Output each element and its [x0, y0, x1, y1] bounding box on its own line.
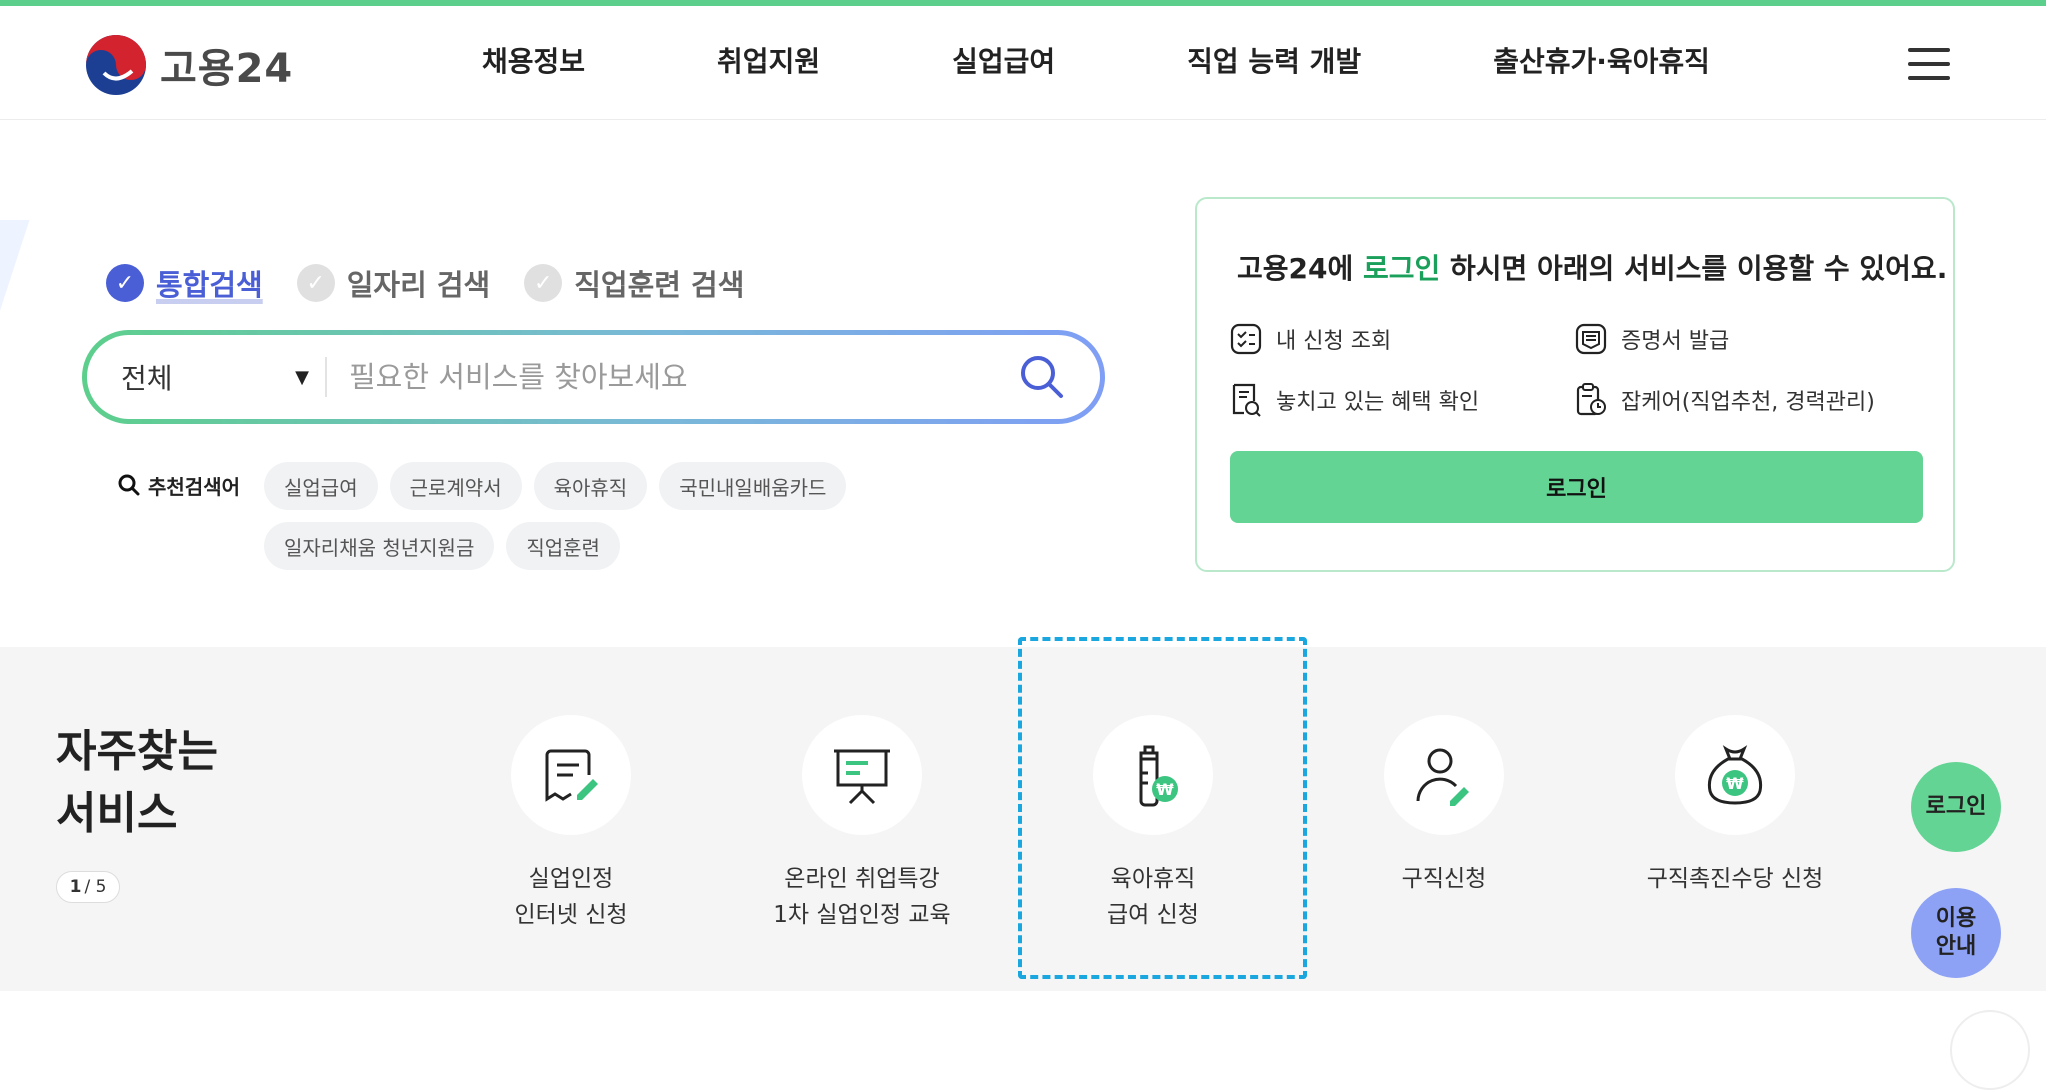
service-label: 실업인정 인터넷 신청 — [514, 866, 628, 928]
title-prefix: 고용24에 — [1237, 252, 1363, 285]
floating-login-button[interactable]: 로그인 — [1911, 762, 2001, 852]
nav-item-employment-support[interactable]: 취업지원 — [717, 40, 820, 80]
login-panel-title: 고용24에 로그인 하시면 아래의 서비스를 이용할 수 있어요. — [1237, 247, 1947, 287]
search-icon — [1021, 356, 1063, 398]
document-search-icon — [1232, 383, 1261, 417]
tab-label: 일자리 검색 — [346, 268, 491, 302]
tab-integrated-search[interactable]: ✓ 통합검색 — [106, 262, 263, 304]
keyword-chip[interactable]: 실업급여 — [264, 462, 378, 510]
check-icon: ✓ — [106, 264, 144, 302]
frequent-services-title: 자주찾는 서비스 — [56, 726, 218, 839]
service-label: 구직신청 — [1401, 866, 1487, 892]
certificate-icon — [1575, 323, 1607, 355]
keyword-chips: 실업급여 근로계약서 육아휴직 국민내일배움카드 일자리채움 청년지원금 직업훈… — [264, 462, 1064, 582]
check-icon: ✓ — [524, 264, 563, 302]
pager-current: 1 — [69, 877, 82, 897]
taegeuk-logo-icon — [84, 33, 148, 97]
keyword-chip[interactable]: 육아휴직 — [533, 462, 648, 510]
keyword-chip[interactable]: 근로계약서 — [389, 462, 522, 510]
baby-bottle-won-icon: ₩ — [1139, 745, 1178, 807]
search-button[interactable] — [1002, 337, 1082, 417]
svg-text:₩: ₩ — [1156, 780, 1174, 799]
main-nav: 채용정보 취업지원 실업급여 직업 능력 개발 출산휴가·육아휴직 — [482, 40, 1710, 80]
site-header: 고용24 채용정보 취업지원 실업급여 직업 능력 개발 출산휴가·육아휴직 — [0, 6, 2046, 120]
service-job-promotion-allowance[interactable]: ₩ 구직촉진수당 신청 — [1605, 715, 1865, 897]
caret-down-icon: ▼ — [295, 366, 309, 388]
service-label: 육아휴직 급여 신청 — [1107, 866, 1199, 928]
service-label: 놓치고 있는 혜택 확인 — [1276, 390, 1480, 415]
keyword-chip[interactable]: 국민내일배움카드 — [659, 462, 847, 510]
recommended-label: 추천검색어 — [118, 462, 240, 508]
document-edit-icon — [545, 749, 598, 802]
site-logo[interactable]: 고용24 — [84, 33, 293, 97]
checklist-icon — [1230, 323, 1262, 355]
nav-item-skills-development[interactable]: 직업 능력 개발 — [1187, 40, 1361, 80]
service-my-applications[interactable]: 내 신청 조회 — [1230, 323, 1391, 355]
nav-item-jobs[interactable]: 채용정보 — [482, 40, 585, 80]
search-bar: 전체 ▼ — [82, 330, 1105, 424]
service-online-job-lecture[interactable]: 온라인 취업특강 1차 실업인정 교육 — [732, 715, 992, 933]
svg-text:₩: ₩ — [1726, 774, 1744, 793]
service-label: 내 신청 조회 — [1276, 329, 1392, 354]
decorative-shape — [0, 220, 30, 340]
tab-label: 통합검색 — [156, 268, 263, 302]
login-panel: 고용24에 로그인 하시면 아래의 서비스를 이용할 수 있어요. 내 신청 조… — [1195, 197, 1955, 572]
frequent-services-section: 자주찾는 서비스 1/ 5 실업인정 인터넷 신청 온라인 취업특강 1차 실업… — [0, 647, 2046, 991]
keyword-chip[interactable]: 일자리채움 청년지원금 — [264, 522, 495, 570]
logo-text: 고용24 — [160, 46, 294, 92]
service-label: 구직촉진수당 신청 — [1646, 866, 1824, 892]
clipboard-clock-icon — [1576, 383, 1606, 416]
money-bag-won-icon: ₩ — [1707, 745, 1763, 805]
service-jobcare[interactable]: 잡케어(직업추천, 경력관리) — [1575, 383, 1875, 417]
service-label: 온라인 취업특강 1차 실업인정 교육 — [773, 866, 951, 928]
service-certificate[interactable]: 증명서 발급 — [1575, 323, 1729, 355]
tab-label: 직업훈련 검색 — [574, 268, 745, 302]
carousel-pager: 1/ 5 — [56, 871, 120, 903]
menu-icon[interactable] — [1908, 48, 1950, 80]
search-input[interactable] — [327, 360, 1002, 394]
nav-item-unemployment-benefit[interactable]: 실업급여 — [952, 40, 1055, 80]
title-highlight: 로그인 — [1363, 252, 1441, 285]
service-label: 증명서 발급 — [1621, 329, 1730, 354]
login-button[interactable]: 로그인 — [1230, 451, 1923, 523]
scroll-top-button[interactable] — [1950, 1010, 2030, 1090]
recommended-label-text: 추천검색어 — [148, 474, 240, 499]
tab-training-search[interactable]: ✓ 직업훈련 검색 — [524, 262, 744, 304]
service-parental-leave-benefit[interactable]: ₩ 육아휴직 급여 신청 — [1023, 715, 1283, 933]
title-suffix: 하시면 아래의 서비스를 이용할 수 있어요. — [1440, 252, 1948, 285]
nav-item-maternity-parental-leave[interactable]: 출산휴가·육아휴직 — [1493, 40, 1710, 80]
category-value: 전체 — [121, 362, 173, 395]
recommended-keywords: 추천검색어 실업급여 근로계약서 육아휴직 국민내일배움카드 일자리채움 청년지… — [118, 462, 1064, 582]
service-job-seeking-registration[interactable]: 구직신청 — [1314, 715, 1574, 897]
tab-job-search[interactable]: ✓ 일자리 검색 — [296, 262, 491, 304]
keyword-chip[interactable]: 직업훈련 — [506, 522, 620, 570]
service-missed-benefits[interactable]: 놓치고 있는 혜택 확인 — [1230, 383, 1479, 417]
search-category-select[interactable]: 전체 ▼ — [87, 357, 327, 397]
search-icon — [118, 474, 140, 496]
person-edit-icon — [1416, 748, 1469, 806]
search-tabs: ✓ 통합검색 ✓ 일자리 검색 ✓ 직업훈련 검색 — [106, 262, 778, 304]
pager-total: / 5 — [84, 877, 107, 897]
floating-guide-button[interactable]: 이용 안내 — [1911, 888, 2001, 978]
presentation-board-icon — [834, 749, 890, 805]
service-unemployment-certification[interactable]: 실업인정 인터넷 신청 — [441, 715, 701, 933]
service-label: 잡케어(직업추천, 경력관리) — [1621, 390, 1875, 415]
check-icon: ✓ — [296, 264, 335, 302]
